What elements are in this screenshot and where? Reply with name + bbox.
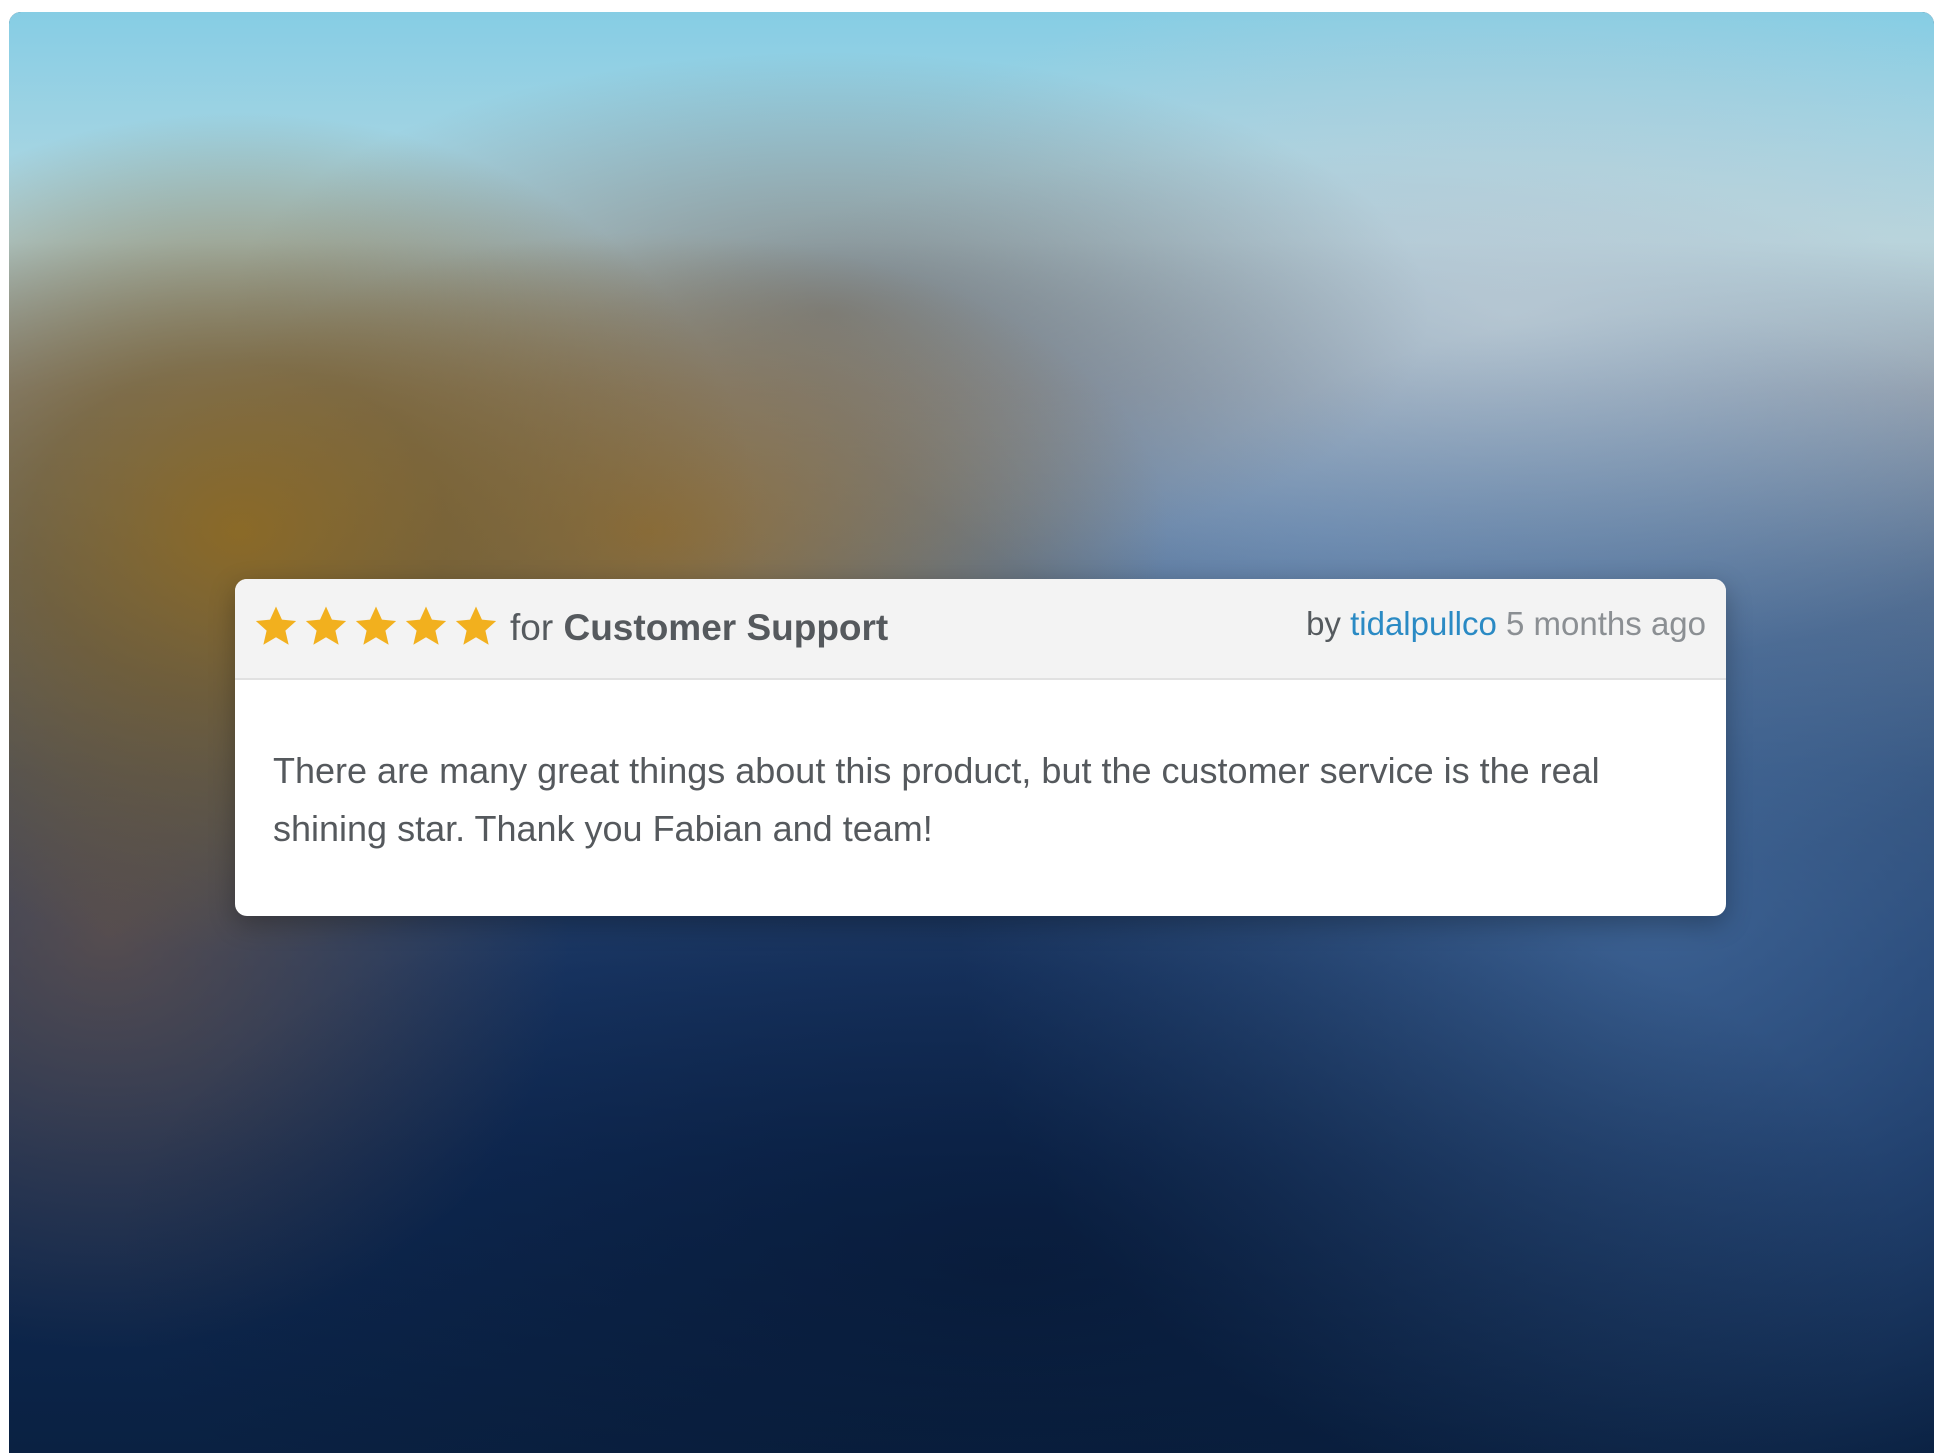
review-header: for Customer Support by tidalpullco 5 mo…: [235, 579, 1726, 680]
review-byline: by tidalpullco 5 months ago: [1306, 605, 1706, 643]
for-label: for: [510, 607, 554, 648]
star-icon: [405, 606, 447, 645]
author-link[interactable]: tidalpullco: [1350, 605, 1497, 642]
by-label: by: [1306, 605, 1341, 642]
review-text: There are many great things about this p…: [273, 750, 1600, 849]
star-rating: [253, 603, 499, 649]
review-timestamp: 5 months ago: [1506, 605, 1706, 642]
review-category: Customer Support: [563, 607, 889, 648]
review-card: for Customer Support by tidalpullco 5 mo…: [235, 579, 1726, 916]
screenshot-frame: for Customer Support by tidalpullco 5 mo…: [9, 12, 1934, 1453]
review-category-line: for Customer Support: [510, 607, 888, 649]
star-icon: [355, 606, 397, 645]
star-icon: [305, 606, 347, 645]
star-icon: [255, 606, 297, 645]
star-icon: [455, 606, 497, 645]
